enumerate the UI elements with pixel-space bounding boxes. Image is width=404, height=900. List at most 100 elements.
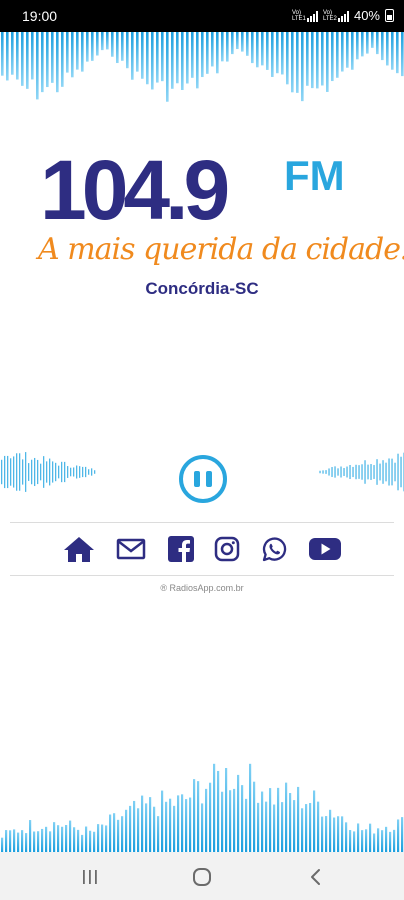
wave-bar xyxy=(129,805,132,852)
pause-button[interactable] xyxy=(179,455,227,503)
wave-bar xyxy=(373,465,375,479)
wave-bar xyxy=(64,461,66,483)
wave-bar xyxy=(16,453,18,491)
home-circle-icon xyxy=(193,868,211,886)
facebook-button[interactable] xyxy=(164,533,198,565)
wave-bar xyxy=(205,788,208,852)
wave-bar xyxy=(249,763,252,852)
wave-bar xyxy=(281,32,284,75)
wave-bar xyxy=(88,469,90,475)
wave-bar xyxy=(397,819,400,852)
wave-bar xyxy=(211,32,214,67)
wave-bar xyxy=(257,802,260,852)
wave-bar xyxy=(401,32,404,77)
wave-bar xyxy=(237,774,240,852)
back-button[interactable] xyxy=(298,864,334,890)
status-bar: 19:00 Vo) LTE1 Vo) LTE2 40% xyxy=(0,0,404,32)
wave-bar xyxy=(241,785,244,852)
wave-bar xyxy=(201,32,204,78)
instagram-button[interactable] xyxy=(210,533,244,565)
wave-bar xyxy=(316,32,319,89)
wave-bar xyxy=(245,798,248,852)
wave-bar xyxy=(106,32,109,50)
wave-bar xyxy=(331,32,334,82)
wave-bar xyxy=(346,32,349,68)
wave-bar xyxy=(58,465,60,479)
wave-bar xyxy=(43,456,45,488)
wave-bar xyxy=(389,831,392,852)
wave-bar xyxy=(7,455,9,489)
divider-bottom xyxy=(10,575,394,576)
wave-bar xyxy=(113,813,116,852)
wave-bar xyxy=(331,467,333,477)
wave-bar xyxy=(286,32,289,85)
wave-bar xyxy=(176,32,179,84)
home-button[interactable] xyxy=(62,533,96,565)
wave-bar xyxy=(117,819,120,852)
network-2-label: Vo) LTE2 xyxy=(322,9,337,22)
wave-bar xyxy=(77,829,80,852)
wave-bar xyxy=(156,32,159,83)
wave-bar xyxy=(1,837,4,852)
wave-bar xyxy=(226,32,229,62)
wave-bar xyxy=(345,822,348,852)
youtube-button[interactable] xyxy=(308,533,342,565)
wave-bar xyxy=(297,786,300,852)
wave-bar xyxy=(36,32,39,100)
wave-bar xyxy=(313,790,316,852)
wave-bar xyxy=(53,822,56,852)
wave-bar xyxy=(386,32,389,66)
wave-bar xyxy=(365,829,368,852)
wave-bar xyxy=(341,816,344,852)
wave-bar xyxy=(321,816,324,852)
wave-bar xyxy=(28,463,30,481)
wave-bar xyxy=(171,32,174,89)
wave-bar xyxy=(186,32,189,84)
wave-bar xyxy=(216,32,219,74)
wave-bar xyxy=(181,794,184,852)
wave-bar xyxy=(21,32,24,86)
wave-bar xyxy=(401,817,404,852)
wave-bar xyxy=(273,804,276,852)
wave-bar xyxy=(66,32,69,73)
station-logo: 104.9 FM A mais querida da cidade! Concó… xyxy=(0,145,404,305)
wave-bar xyxy=(381,32,384,61)
wave-bar xyxy=(376,32,379,55)
facebook-icon xyxy=(168,536,194,562)
wave-bar xyxy=(61,461,63,483)
wave-bar xyxy=(357,823,360,852)
email-button[interactable] xyxy=(114,533,148,565)
wave-bar xyxy=(16,32,19,80)
wave-bar xyxy=(206,32,209,74)
wave-bar xyxy=(6,32,9,81)
wave-bar xyxy=(25,452,27,492)
wave-bar xyxy=(197,781,200,852)
wave-bar xyxy=(125,809,128,852)
wave-bar xyxy=(41,32,44,93)
wave-bar xyxy=(61,826,64,852)
wave-bar xyxy=(1,32,4,76)
wave-bar xyxy=(67,466,69,478)
wave-bar xyxy=(189,797,192,852)
whatsapp-button[interactable] xyxy=(257,533,291,565)
home-nav-button[interactable] xyxy=(184,864,220,890)
wave-bar xyxy=(293,800,296,852)
wave-bar xyxy=(291,32,294,93)
wave-bar xyxy=(340,466,342,478)
battery-percent: 40% xyxy=(353,8,380,23)
wave-bar xyxy=(82,466,84,478)
wave-bar xyxy=(321,32,324,86)
wave-bar xyxy=(85,466,87,478)
instagram-icon xyxy=(214,536,240,562)
wave-bar xyxy=(391,458,393,486)
wave-bar xyxy=(319,470,321,474)
wave-bar xyxy=(4,455,6,489)
wave-bar xyxy=(193,779,196,852)
wave-bar xyxy=(126,32,129,69)
wave-bar xyxy=(81,834,84,852)
recent-apps-button[interactable] xyxy=(72,864,108,890)
wave-bar xyxy=(49,458,51,486)
wave-bar xyxy=(379,463,381,481)
wave-bar xyxy=(94,470,96,474)
wave-bar xyxy=(385,462,387,482)
